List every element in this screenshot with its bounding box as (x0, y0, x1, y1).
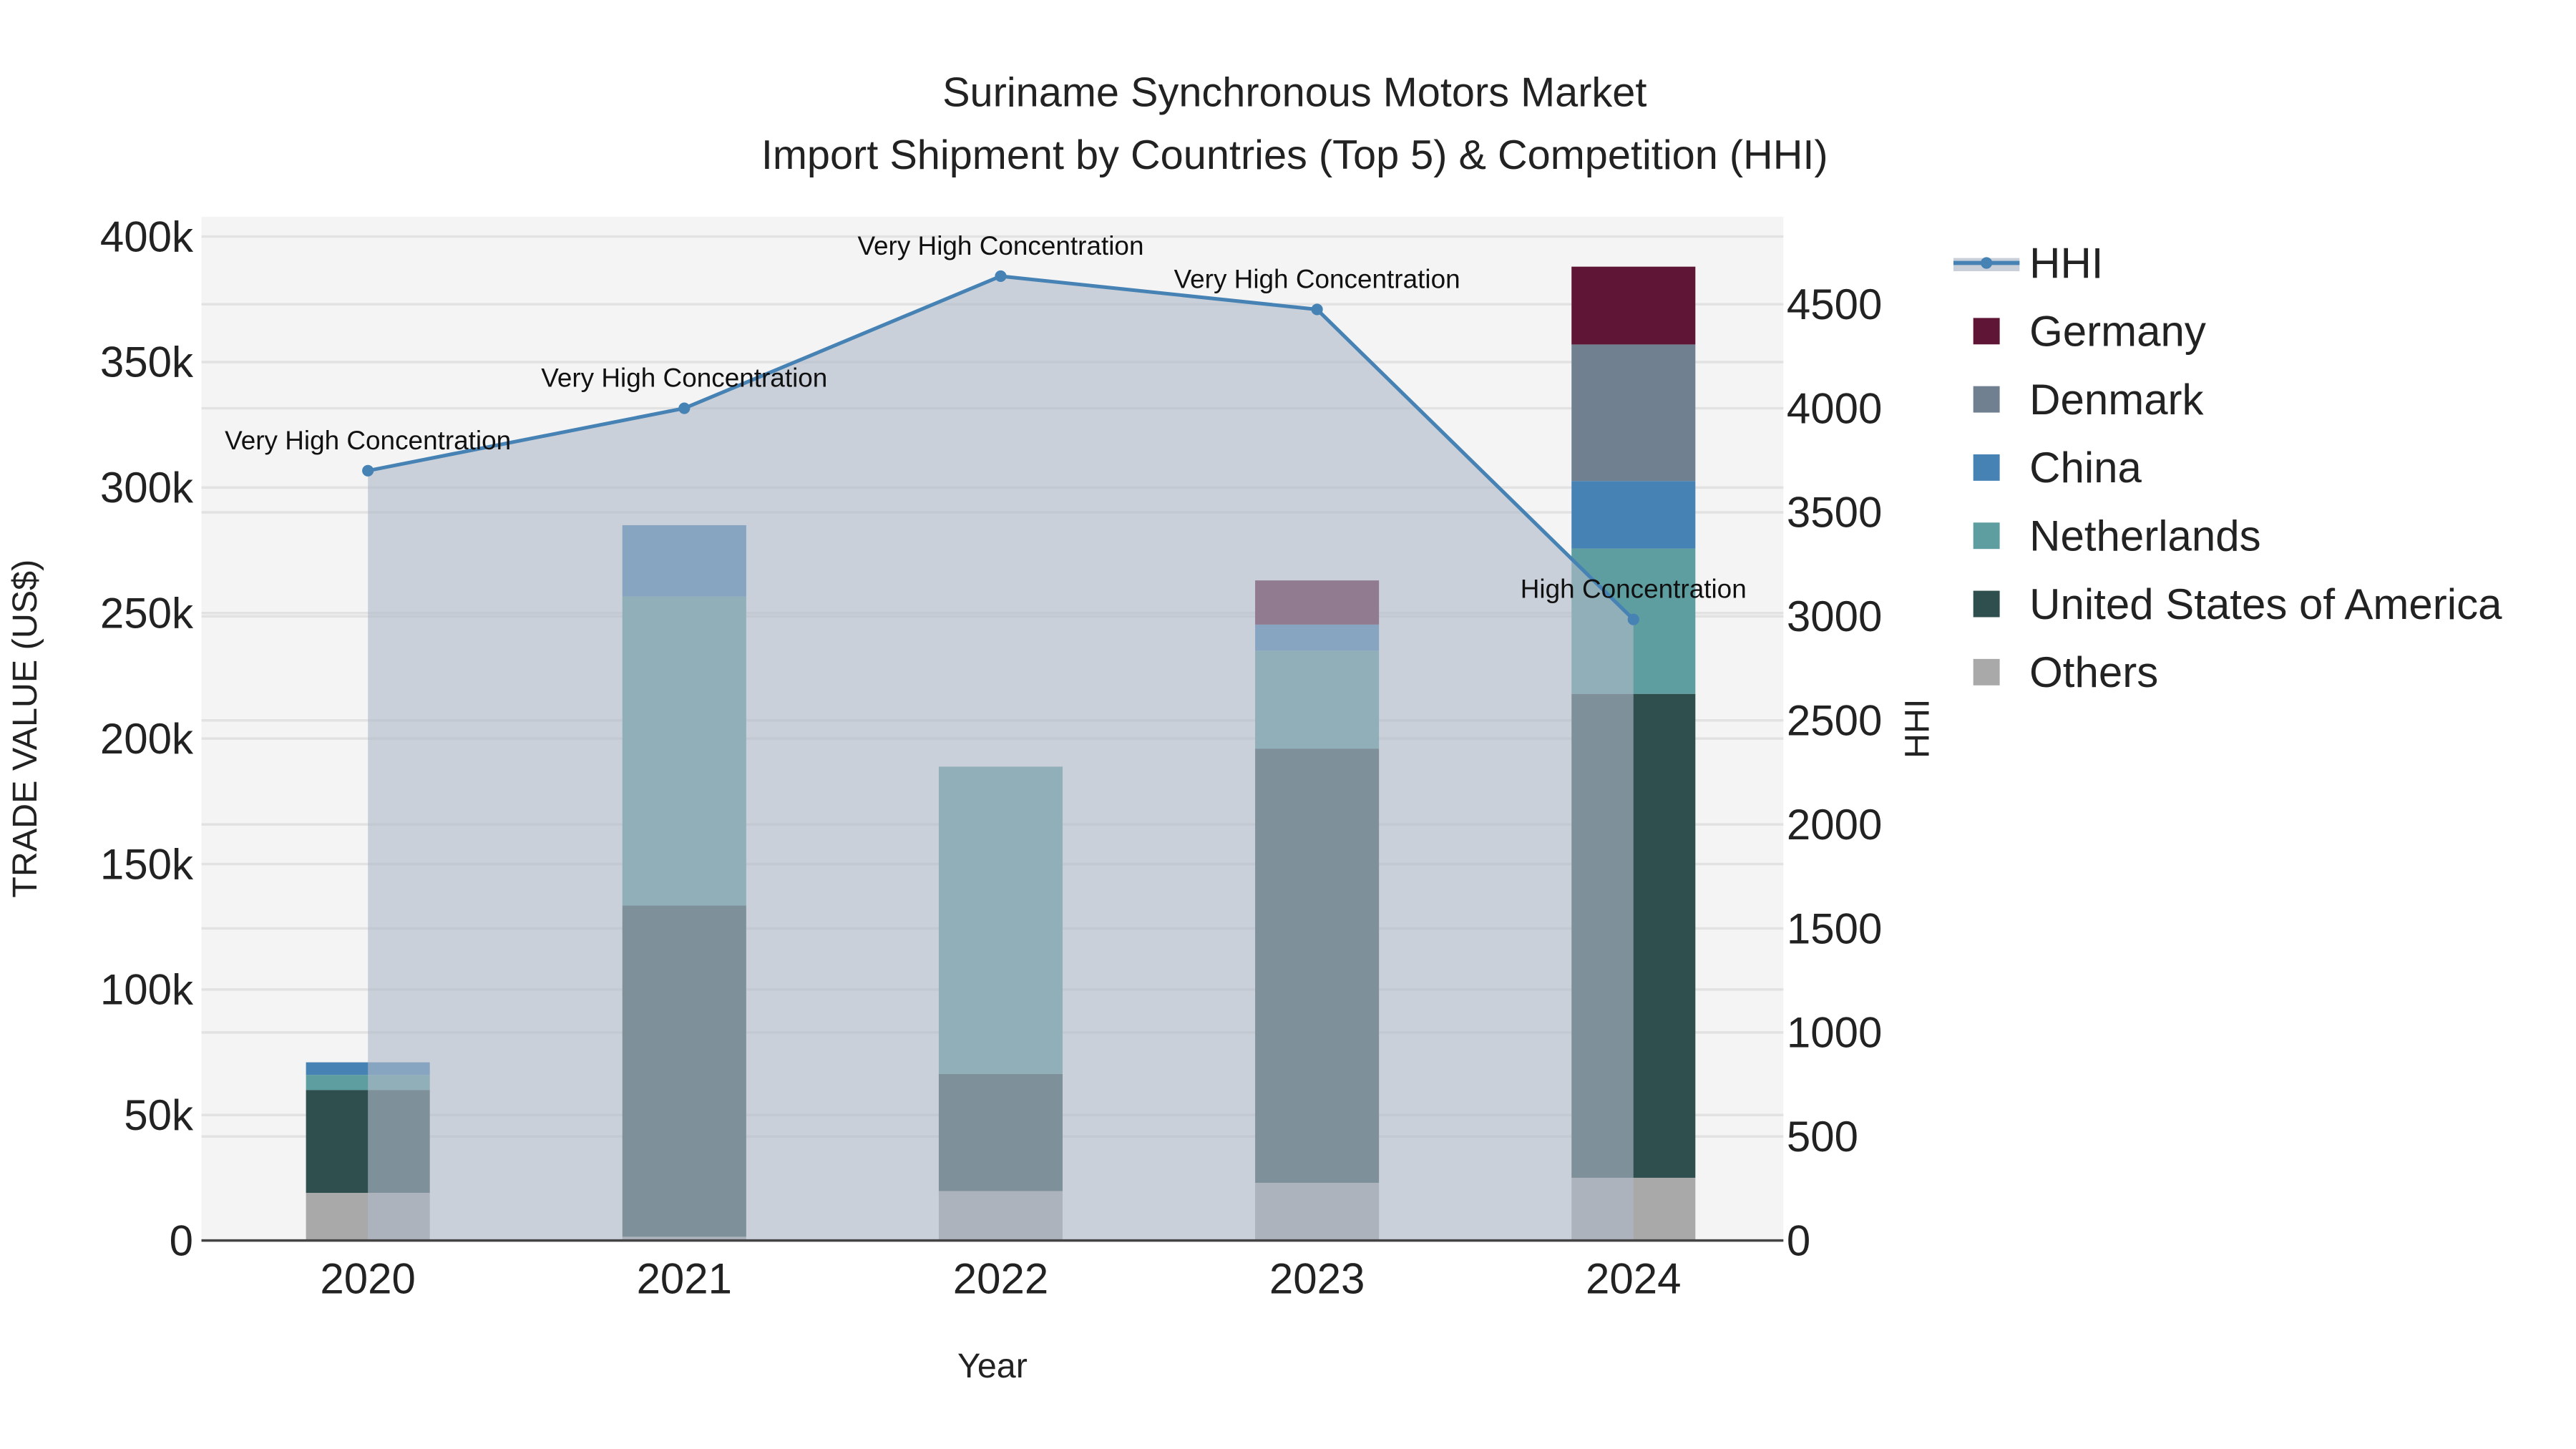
hhi-annotation: Very High Concentration (857, 231, 1143, 260)
bar-china[interactable] (1571, 481, 1696, 549)
y-tick-label: 0 (170, 1216, 193, 1264)
y2-tick-label: 0 (1787, 1216, 1810, 1264)
hhi-point[interactable] (1311, 303, 1323, 316)
x-tick-label: 2023 (1269, 1255, 1365, 1303)
y-tick-label: 400k (100, 213, 194, 260)
y2-tick-label: 3000 (1787, 592, 1882, 640)
y2-tick-label: 1000 (1787, 1009, 1882, 1057)
y-tick-label: 250k (100, 590, 194, 638)
y-tick-label: 100k (100, 966, 194, 1014)
hhi-annotation: Very High Concentration (1174, 264, 1460, 293)
legend-item-united-states-of-america[interactable]: United States of America (1973, 580, 2502, 628)
legend-swatch (1973, 454, 2000, 481)
y2-tick-label: 2000 (1787, 801, 1882, 849)
y-tick-label: 50k (124, 1091, 194, 1139)
y-axis-label: TRADE VALUE (US$) (6, 560, 44, 898)
bar-denmark[interactable] (1571, 344, 1696, 482)
hhi-annotation: Very High Concentration (541, 364, 827, 393)
y-tick-label: 350k (100, 338, 194, 386)
y2-tick-label: 1500 (1787, 904, 1882, 952)
hhi-point[interactable] (1627, 613, 1639, 625)
y2-tick-label: 2500 (1787, 697, 1882, 745)
hhi-point[interactable] (678, 402, 691, 414)
hhi-point[interactable] (995, 270, 1007, 283)
hhi-point[interactable] (362, 464, 374, 477)
x-tick-label: 2021 (637, 1255, 732, 1303)
x-tick-label: 2020 (320, 1255, 415, 1303)
x-axis-label: Year (957, 1347, 1028, 1385)
hhi-annotation: High Concentration (1521, 575, 1747, 604)
y2-tick-label: 3500 (1787, 489, 1882, 537)
bar-germany[interactable] (1571, 266, 1696, 345)
chart: Suriname Synchronous Motors Market Impor… (6, 69, 2502, 1385)
legend-swatch (1973, 386, 2000, 413)
y-tick-label: 150k (100, 840, 194, 888)
y-tick-label: 200k (100, 715, 194, 763)
legend-label: Denmark (2029, 376, 2204, 424)
legend-item-others[interactable]: Others (1973, 648, 2159, 696)
legend-label: Netherlands (2029, 512, 2261, 560)
legend-swatch (1973, 318, 2000, 345)
legend-item-denmark[interactable]: Denmark (1973, 376, 2205, 424)
legend-swatch (1973, 522, 2000, 550)
legend-item-germany[interactable]: Germany (1973, 308, 2206, 356)
hhi-annotation: Very High Concentration (225, 426, 511, 455)
legend-label: Others (2029, 648, 2158, 696)
x-tick-label: 2024 (1586, 1255, 1681, 1303)
legend-swatch (1973, 590, 2000, 618)
legend-label: China (2029, 444, 2142, 492)
legend-item-hhi[interactable]: HHI (1953, 239, 2103, 287)
y2-tick-label: 500 (1787, 1113, 1858, 1161)
chart-subtitle: Import Shipment by Countries (Top 5) & C… (761, 132, 1828, 178)
x-tick-label: 2022 (953, 1255, 1048, 1303)
legend-label: United States of America (2029, 580, 2502, 628)
legend-item-china[interactable]: China (1973, 444, 2142, 492)
legend-item-netherlands[interactable]: Netherlands (1973, 512, 2261, 560)
legend-swatch (1973, 658, 2000, 686)
y2-tick-label: 4500 (1787, 280, 1882, 328)
y2-tick-label: 4000 (1787, 384, 1882, 432)
chart-title: Suriname Synchronous Motors Market (942, 69, 1646, 115)
legend: HHI Germany Denmark China Netherlands United … (1953, 239, 2502, 696)
y2-axis-label: HHI (1898, 699, 1936, 758)
y-tick-label: 300k (100, 464, 194, 512)
legend-label: Germany (2029, 308, 2206, 356)
legend-label: HHI (2029, 239, 2103, 287)
legend-marker (1981, 257, 1993, 269)
